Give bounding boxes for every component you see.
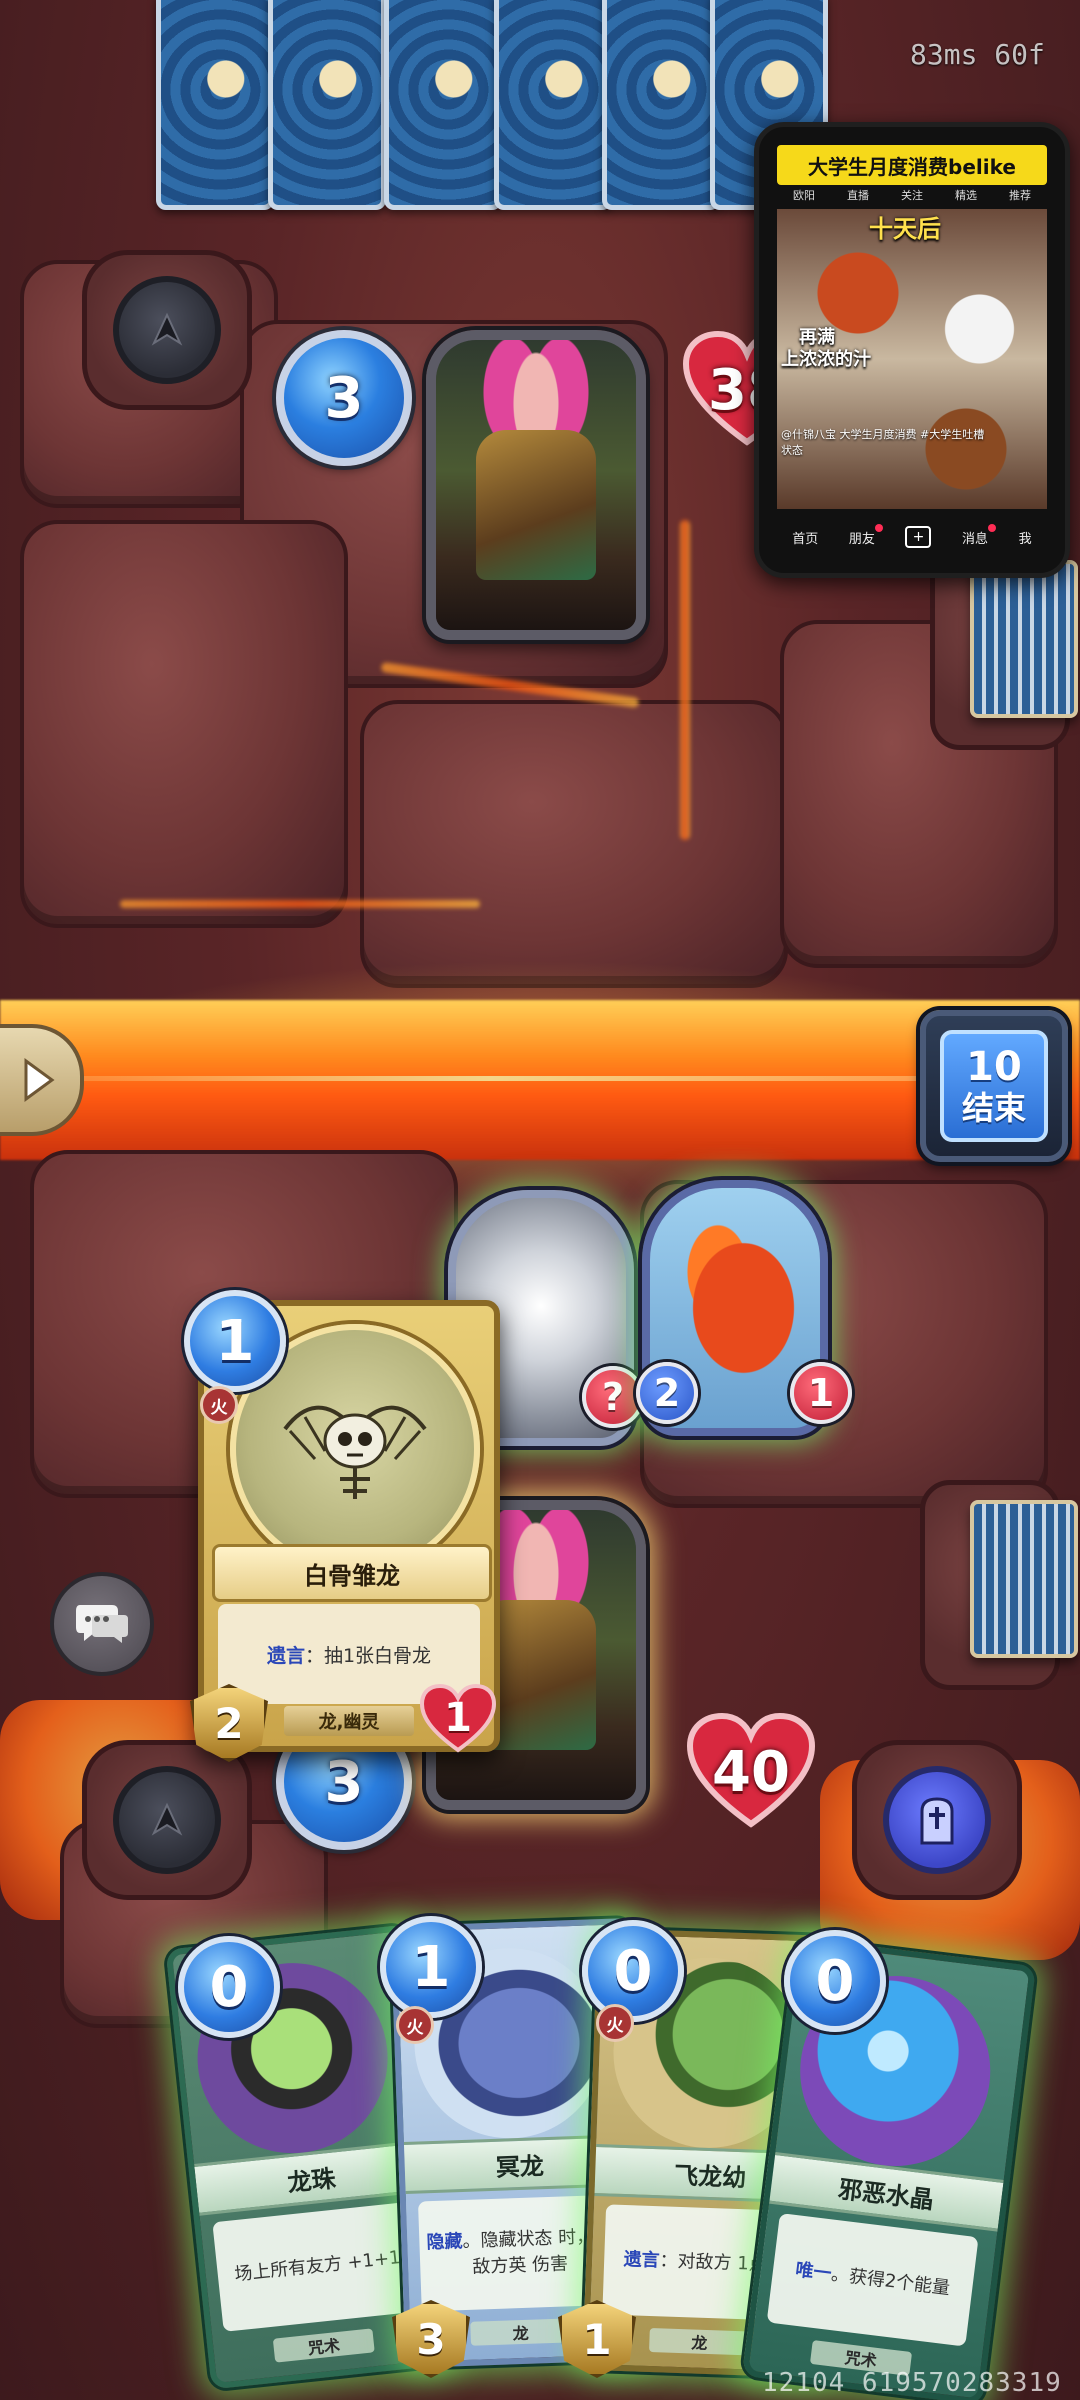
user-id-watermark: 12104 619570283319 [762, 2368, 1062, 2398]
opponent-mana-orb: 3 [276, 330, 412, 466]
play-arrow-icon [24, 1058, 55, 1102]
opponent-hero-portrait[interactable] [426, 330, 646, 640]
hero-armor [476, 430, 596, 580]
card-text: 场上所有友方 +1+1 [212, 2201, 423, 2332]
nav-friends[interactable]: 朋友 [849, 523, 883, 547]
opponent-card-back [156, 0, 274, 210]
card-type: 龙 [649, 2327, 750, 2356]
hand-card-cost: 0 [178, 1936, 280, 2038]
hand-card-cost: 1 [380, 1916, 482, 2018]
hand-card-cost: 0 [784, 1930, 886, 2032]
card-keyword: 唯一 [794, 2259, 833, 2285]
card-text: ：抽1张白骨龙 [304, 1644, 432, 1667]
card-text: 唯一。获得2个能量 [766, 2213, 979, 2347]
player-health-value: 40 [712, 1739, 790, 1805]
weapon-slot-icon [113, 1766, 221, 1874]
video-tab[interactable]: 精选 [955, 187, 977, 209]
video-tab[interactable]: 推荐 [1009, 187, 1031, 209]
nav-messages[interactable]: 消息 [962, 523, 997, 547]
player-health-heart: 40 [686, 1712, 816, 1832]
card-keyword: 隐藏 [426, 2231, 463, 2254]
opponent-card-back [268, 0, 386, 210]
video-overlay-text: 上浓浓的汁 [781, 349, 871, 370]
opponent-card-back [494, 0, 612, 210]
card-type: 龙 [470, 2318, 571, 2346]
player-weapon-slot[interactable] [82, 1740, 252, 1900]
hero-power-icon [883, 1766, 991, 1874]
card-preview-name: 白骨雏龙 [212, 1544, 492, 1602]
nav-create-button[interactable]: + [905, 526, 932, 548]
lava-crack [680, 520, 690, 840]
video-caption: @什锦八宝 大学生月度消费 #大学生吐槽状态 [781, 428, 985, 457]
card-preview-health: 1 [418, 1682, 498, 1754]
video-bottom-nav: 首页 朋友 + 消息 我 [777, 517, 1047, 557]
video-tab[interactable]: 关注 [901, 187, 923, 209]
end-turn-button[interactable]: 10 结束 [920, 1010, 1068, 1162]
minion-health-badge: ? [582, 1366, 644, 1428]
hand-card-cost: 0 [582, 1920, 684, 2022]
opponent-card-back [602, 0, 720, 210]
turn-number: 10 [966, 1044, 1022, 1090]
card-preview-tribe: 龙,幽灵 [284, 1706, 414, 1736]
card-preview-health-value: 1 [444, 1695, 472, 1741]
fps-counter: 83ms 60f [910, 38, 1045, 71]
lava-crack [120, 900, 480, 908]
video-title: 大学生月度消费belike [777, 145, 1047, 185]
video-tab[interactable]: 欧阳 [793, 187, 815, 209]
board-divider [60, 1076, 920, 1081]
bone-dragon-icon [283, 1405, 427, 1499]
tombstone-icon [920, 1797, 954, 1845]
terrain-rock [20, 520, 348, 928]
minion-health-badge: 1 [790, 1362, 852, 1424]
minion-attack-badge: 2 [636, 1362, 698, 1424]
card-preview-element: 火 [200, 1386, 238, 1424]
video-overlay-text: 十天后 [869, 215, 941, 243]
opponent-weapon-slot[interactable] [82, 250, 252, 410]
chat-bubble-icon [76, 1605, 128, 1643]
video-tab[interactable]: 直播 [847, 187, 869, 209]
nav-home[interactable]: 首页 [792, 528, 818, 547]
video-tabs: 欧阳 直播 关注 精选 推荐 [777, 187, 1047, 209]
terrain-rock [360, 700, 788, 988]
hand-card-element: 火 [596, 2004, 634, 2042]
card-type: 咒术 [272, 2328, 375, 2363]
hand-card-element: 火 [396, 2006, 434, 2044]
player-hero-power[interactable] [852, 1740, 1022, 1900]
card-desc: 。获得2个能量 [829, 2263, 952, 2300]
nav-me[interactable]: 我 [1019, 528, 1032, 547]
weapon-slot-icon [113, 276, 221, 384]
end-turn-face: 10 结束 [940, 1030, 1048, 1142]
opponent-deck[interactable] [970, 560, 1078, 718]
player-deck[interactable] [970, 1500, 1078, 1658]
card-preview-cost: 1 [184, 1290, 286, 1392]
end-turn-label: 结束 [961, 1089, 1026, 1127]
chat-button[interactable] [50, 1572, 154, 1676]
card-keyword: 遗言 [623, 2249, 660, 2272]
game-board: 83ms 60f 3 38 大学生月度消费belike 欧阳 直播 关注 精选 … [0, 0, 1080, 2400]
card-keyword: 遗言 [266, 1644, 305, 1667]
floating-video-window[interactable]: 大学生月度消费belike 欧阳 直播 关注 精选 推荐 十天后 再满 上浓浓的… [754, 122, 1070, 578]
opponent-card-back [384, 0, 502, 210]
